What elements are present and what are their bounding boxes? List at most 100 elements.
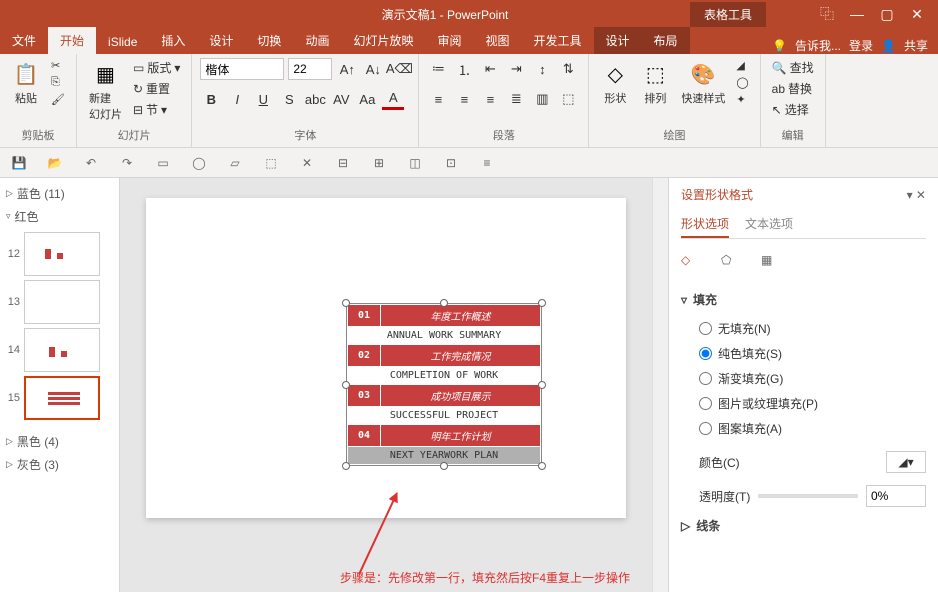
arrange-button[interactable]: ⬚排列 xyxy=(637,58,673,108)
open-icon[interactable]: 📂 xyxy=(46,154,64,172)
line-spacing-button[interactable]: ↕ xyxy=(531,58,553,80)
copy-button[interactable]: ⎘ xyxy=(48,75,68,90)
qat-icon[interactable]: ▭ xyxy=(154,154,172,172)
section-button[interactable]: ⊟节▾ xyxy=(130,100,183,119)
login-link[interactable]: 登录 xyxy=(849,37,873,54)
format-painter-button[interactable]: 🖌 xyxy=(48,92,68,107)
columns-button[interactable]: ▥ xyxy=(531,88,553,110)
slide-canvas-area[interactable]: 01年度工作概述 ANNUAL WORK SUMMARY 02工作完成情况 CO… xyxy=(120,178,652,592)
shapes-button[interactable]: ◇形状 xyxy=(597,58,633,108)
slide[interactable]: 01年度工作概述 ANNUAL WORK SUMMARY 02工作完成情况 CO… xyxy=(146,198,626,518)
reset-button[interactable]: ↻重置 xyxy=(130,79,183,98)
cell[interactable]: 04 xyxy=(348,425,381,447)
justify-button[interactable]: ≣ xyxy=(505,88,527,110)
find-button[interactable]: 🔍查找 xyxy=(769,58,817,77)
subtab-text-options[interactable]: 文本选项 xyxy=(745,211,793,238)
thumbnail-13[interactable] xyxy=(24,280,100,324)
tab-file[interactable]: 文件 xyxy=(0,27,48,54)
bold-button[interactable]: B xyxy=(200,88,222,110)
group-gray[interactable]: ▷灰色 (3) xyxy=(4,453,115,476)
font-name-select[interactable] xyxy=(200,58,284,80)
quick-styles-button[interactable]: 🎨快速样式 xyxy=(677,58,729,108)
shadow-button[interactable]: abc xyxy=(304,88,326,110)
cell[interactable]: COMPLETION OF WORK xyxy=(348,367,541,385)
italic-button[interactable]: I xyxy=(226,88,248,110)
save-icon[interactable]: 💾 xyxy=(10,154,28,172)
minimize-button[interactable]: — xyxy=(844,4,870,24)
cell[interactable]: 03 xyxy=(348,385,381,407)
replace-button[interactable]: ab替换 xyxy=(769,79,817,98)
indent-inc-button[interactable]: ⇥ xyxy=(505,58,527,80)
tab-review[interactable]: 审阅 xyxy=(425,27,473,54)
shape-outline-button[interactable]: ◯ xyxy=(733,75,751,90)
tab-table-layout[interactable]: 布局 xyxy=(642,27,690,54)
cell[interactable]: 02 xyxy=(348,345,381,367)
fill-color-picker[interactable]: ◢▾ xyxy=(886,451,926,473)
shrink-font-button[interactable]: A↓ xyxy=(362,58,384,80)
tell-me-input[interactable]: 告诉我... xyxy=(795,37,841,54)
content-table[interactable]: 01年度工作概述 ANNUAL WORK SUMMARY 02工作完成情况 CO… xyxy=(347,304,541,465)
selected-table[interactable]: 01年度工作概述 ANNUAL WORK SUMMARY 02工作完成情况 CO… xyxy=(346,303,542,466)
tab-insert[interactable]: 插入 xyxy=(149,27,197,54)
thumbnail-12[interactable] xyxy=(24,232,100,276)
align-right-button[interactable]: ≡ xyxy=(479,88,501,110)
opacity-slider[interactable] xyxy=(758,494,858,498)
radio-no-fill[interactable]: 无填充(N) xyxy=(699,316,926,341)
tab-islide[interactable]: iSlide xyxy=(96,30,149,54)
cell[interactable]: 成功项目展示 xyxy=(381,385,541,407)
tab-table-design[interactable]: 设计 xyxy=(594,27,642,54)
fill-line-icon[interactable]: ◇ xyxy=(681,253,703,275)
tab-design[interactable]: 设计 xyxy=(197,27,245,54)
qat-icon[interactable]: ◫ xyxy=(406,154,424,172)
pane-close-icon[interactable]: ▾ ✕ xyxy=(907,188,926,202)
new-slide-button[interactable]: ▦ 新建 幻灯片 xyxy=(85,58,126,124)
qat-icon[interactable]: ▱ xyxy=(226,154,244,172)
case-button[interactable]: Aa xyxy=(356,88,378,110)
qat-icon[interactable]: ✕ xyxy=(298,154,316,172)
tab-home[interactable]: 开始 xyxy=(48,27,96,54)
cut-button[interactable]: ✂ xyxy=(48,58,68,73)
share-button[interactable]: 共享 xyxy=(904,37,928,54)
layout-button[interactable]: ▭版式▾ xyxy=(130,58,183,77)
vertical-scrollbar[interactable] xyxy=(652,178,668,592)
close-button[interactable]: ✕ xyxy=(904,4,930,24)
opacity-input[interactable] xyxy=(866,485,926,507)
thumbnail-14[interactable] xyxy=(24,328,100,372)
paste-button[interactable]: 📋 粘贴 xyxy=(8,58,44,108)
select-button[interactable]: ↖选择 xyxy=(769,100,817,119)
undo-icon[interactable]: ↶ xyxy=(82,154,100,172)
qat-icon[interactable]: ≡ xyxy=(478,154,496,172)
cell[interactable]: 01 xyxy=(348,305,381,327)
line-section-header[interactable]: ▷线条 xyxy=(681,513,926,538)
tab-animation[interactable]: 动画 xyxy=(293,27,341,54)
smartart-button[interactable]: ⬚ xyxy=(557,88,579,110)
fill-section-header[interactable]: ▿填充 xyxy=(681,287,926,312)
grow-font-button[interactable]: A↑ xyxy=(336,58,358,80)
qat-icon[interactable]: ⬚ xyxy=(262,154,280,172)
align-center-button[interactable]: ≡ xyxy=(453,88,475,110)
subtab-shape-options[interactable]: 形状选项 xyxy=(681,211,729,238)
radio-gradient-fill[interactable]: 渐变填充(G) xyxy=(699,366,926,391)
cell[interactable]: SUCCESSFUL PROJECT xyxy=(348,407,541,425)
qat-icon[interactable]: ⊟ xyxy=(334,154,352,172)
font-color-button[interactable]: A xyxy=(382,88,404,110)
radio-picture-fill[interactable]: 图片或纹理填充(P) xyxy=(699,391,926,416)
redo-icon[interactable]: ↷ xyxy=(118,154,136,172)
qat-icon[interactable]: ◯ xyxy=(190,154,208,172)
indent-dec-button[interactable]: ⇤ xyxy=(479,58,501,80)
numbering-button[interactable]: ⒈ xyxy=(453,58,475,80)
effects-icon[interactable]: ⬠ xyxy=(721,253,743,275)
clear-format-button[interactable]: A⌫ xyxy=(388,58,410,80)
cell[interactable]: 工作完成情况 xyxy=(381,345,541,367)
qat-icon[interactable]: ⊡ xyxy=(442,154,460,172)
group-red[interactable]: ▿红色 xyxy=(4,205,115,228)
bullets-button[interactable]: ≔ xyxy=(427,58,449,80)
cell[interactable]: 明年工作计划 xyxy=(381,425,541,447)
shape-effects-button[interactable]: ✦ xyxy=(733,92,751,107)
align-left-button[interactable]: ≡ xyxy=(427,88,449,110)
shape-fill-button[interactable]: ◢ xyxy=(733,58,751,73)
cell[interactable]: 年度工作概述 xyxy=(381,305,541,327)
tab-transition[interactable]: 切换 xyxy=(245,27,293,54)
tab-slideshow[interactable]: 幻灯片放映 xyxy=(341,27,425,54)
ribbon-options-icon[interactable]: ⿻ xyxy=(814,4,840,24)
